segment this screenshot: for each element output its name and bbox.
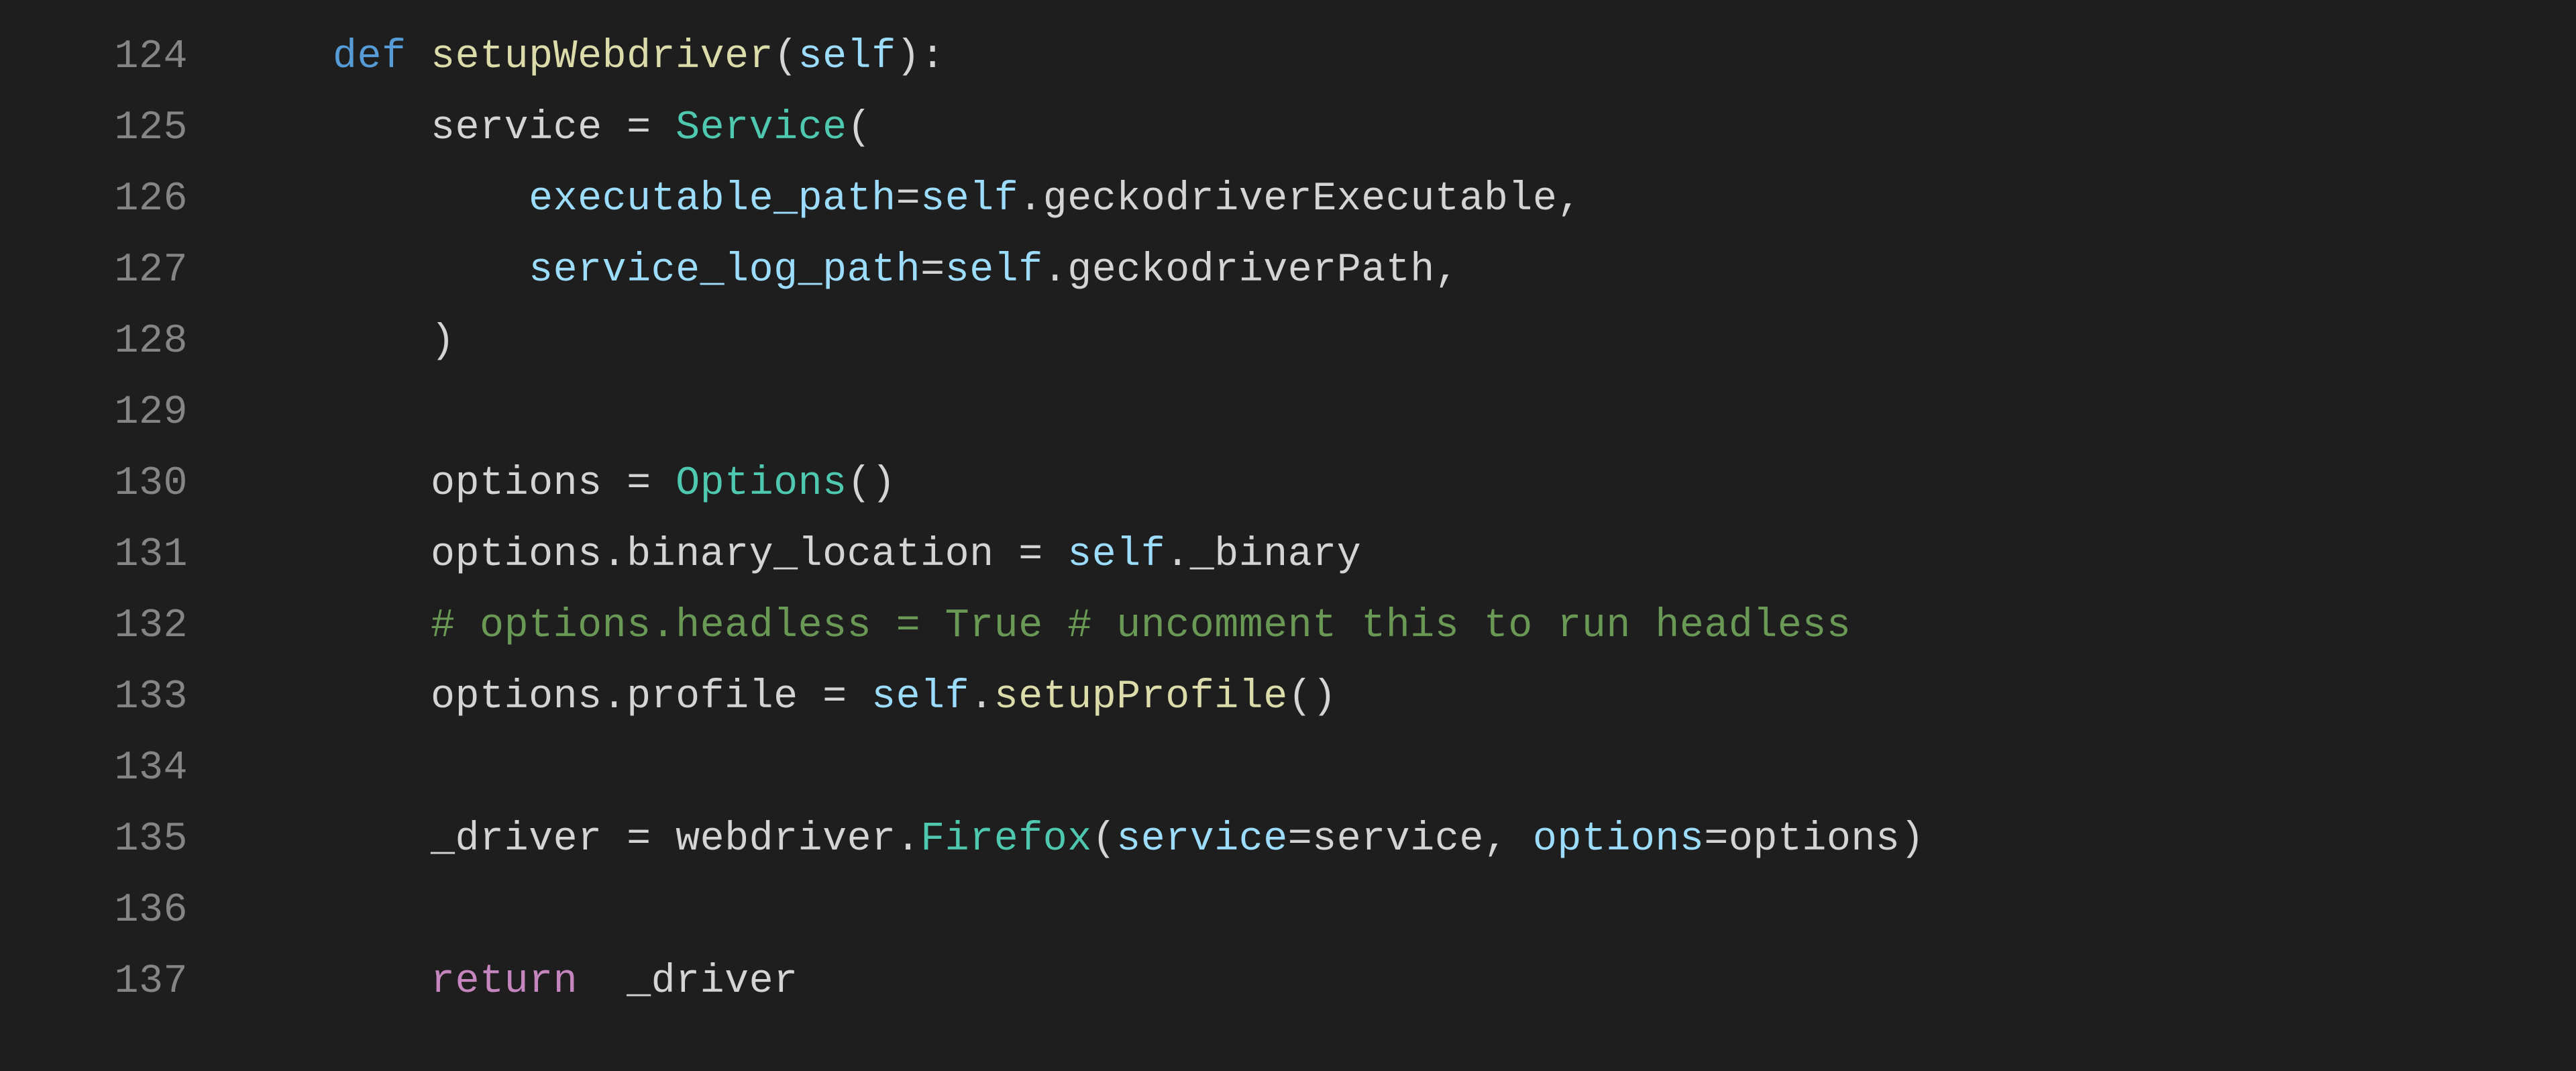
code-line[interactable]: 135 _driver = webdriver.Firefox(service=… (0, 804, 2576, 875)
line-number: 132 (0, 591, 235, 662)
token: = (920, 248, 945, 293)
token: = (1018, 532, 1067, 578)
code-content[interactable]: ) (235, 306, 2576, 377)
code-content[interactable]: service_log_path=self.geckodriverPath, (235, 235, 2576, 306)
code-editor[interactable]: 124 def setupWebdriver(self):125 service… (0, 0, 2576, 1039)
token: . (969, 674, 994, 720)
line-number: 127 (0, 235, 235, 306)
token: self (798, 34, 896, 80)
token: = (822, 674, 871, 720)
token: ): (896, 34, 945, 80)
code-line[interactable]: 136 (0, 875, 2576, 946)
token: .geckodriverExecutable, (1018, 176, 1582, 222)
code-content[interactable]: def setupWebdriver(self): (235, 21, 2576, 93)
code-line[interactable]: 125 service = Service( (0, 93, 2576, 164)
line-number: 133 (0, 662, 235, 733)
token: options.profile (431, 674, 822, 720)
line-number: 126 (0, 164, 235, 235)
code-content[interactable]: # options.headless = True # uncomment th… (235, 591, 2576, 662)
code-content[interactable] (235, 377, 2576, 448)
line-number: 136 (0, 875, 235, 946)
code-content[interactable]: options.profile = self.setupProfile() (235, 662, 2576, 733)
token: webdriver. (676, 817, 920, 862)
token: self (1067, 532, 1165, 578)
token: ) (1900, 817, 1925, 862)
code-line[interactable]: 131 options.binary_location = self._bina… (0, 519, 2576, 591)
code-line[interactable]: 134 (0, 733, 2576, 804)
token: ( (773, 34, 798, 80)
token: def (333, 34, 431, 80)
token: service_log_path (529, 248, 920, 293)
line-number: 131 (0, 519, 235, 591)
token: =options (1704, 817, 1900, 862)
line-number: 130 (0, 448, 235, 519)
token: Firefox (920, 817, 1092, 862)
token: _driver (431, 817, 627, 862)
token: options (1533, 817, 1705, 862)
line-number: 137 (0, 946, 235, 1017)
token: self (945, 248, 1043, 293)
code-line[interactable]: 129 (0, 377, 2576, 448)
code-content[interactable] (235, 875, 2576, 946)
token: =service, (1288, 817, 1533, 862)
token: self (871, 674, 969, 720)
code-line[interactable]: 132 # options.headless = True # uncommen… (0, 591, 2576, 662)
token: .geckodriverPath, (1043, 248, 1460, 293)
token: setupWebdriver (431, 34, 773, 80)
token: Service (676, 105, 847, 151)
code-line[interactable]: 128 ) (0, 306, 2576, 377)
token: setupProfile (994, 674, 1288, 720)
line-number: 125 (0, 93, 235, 164)
token: _driver (578, 959, 798, 1005)
code-content[interactable]: options = Options() (235, 448, 2576, 519)
token: () (847, 461, 896, 507)
line-number: 129 (0, 377, 235, 448)
code-line[interactable]: 130 options = Options() (0, 448, 2576, 519)
token: = (627, 105, 676, 151)
token: # options.headless = True # uncomment th… (431, 603, 1851, 649)
code-line[interactable]: 133 options.profile = self.setupProfile(… (0, 662, 2576, 733)
line-number: 128 (0, 306, 235, 377)
line-number: 134 (0, 733, 235, 804)
code-line[interactable]: 137 return _driver (0, 946, 2576, 1017)
token: options.binary_location (431, 532, 1018, 578)
code-content[interactable] (235, 733, 2576, 804)
token: service (431, 105, 627, 151)
token: = (896, 176, 921, 222)
line-number: 135 (0, 804, 235, 875)
token: ._binary (1165, 532, 1361, 578)
token: ( (1092, 817, 1117, 862)
code-content[interactable]: _driver = webdriver.Firefox(service=serv… (235, 804, 2576, 875)
code-content[interactable]: options.binary_location = self._binary (235, 519, 2576, 591)
code-line[interactable]: 124 def setupWebdriver(self): (0, 21, 2576, 93)
token: ) (431, 319, 455, 364)
token: executable_path (529, 176, 896, 222)
token: return (431, 959, 578, 1005)
token: service (1116, 817, 1288, 862)
token: options (431, 461, 627, 507)
code-content[interactable]: return _driver (235, 946, 2576, 1017)
code-content[interactable]: service = Service( (235, 93, 2576, 164)
token: = (627, 817, 676, 862)
code-line[interactable]: 127 service_log_path=self.geckodriverPat… (0, 235, 2576, 306)
token: () (1288, 674, 1337, 720)
token: ( (847, 105, 872, 151)
code-line[interactable]: 126 executable_path=self.geckodriverExec… (0, 164, 2576, 235)
token: self (920, 176, 1018, 222)
token: = (627, 461, 676, 507)
code-content[interactable]: executable_path=self.geckodriverExecutab… (235, 164, 2576, 235)
line-number: 124 (0, 21, 235, 93)
token: Options (676, 461, 847, 507)
